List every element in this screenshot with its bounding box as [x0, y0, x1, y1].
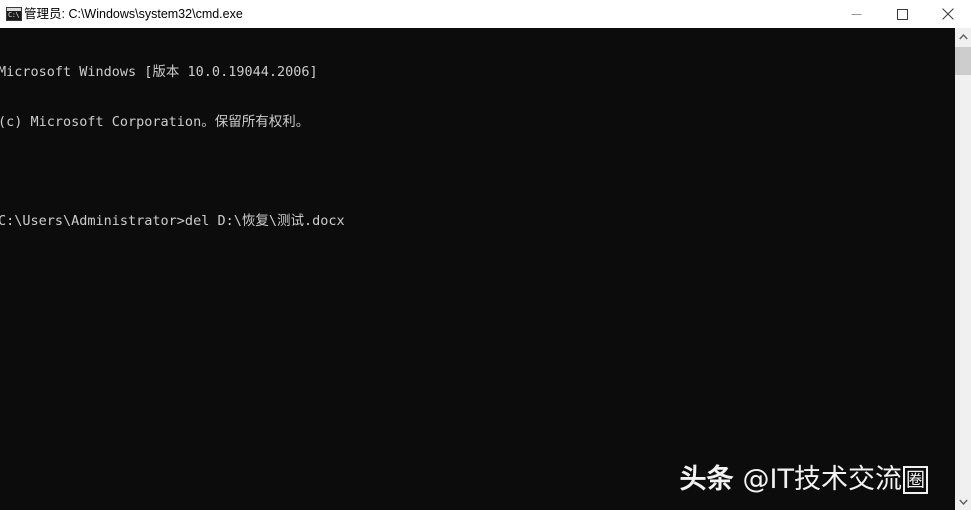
console-output-area[interactable]: Microsoft Windows [版本 10.0.19044.2006] (…	[0, 28, 955, 510]
close-button[interactable]	[925, 0, 971, 28]
cmd-window: C:\ 管理员: C:\Windows\system32\cmd.exe Mic…	[0, 0, 971, 510]
minimize-icon	[851, 13, 861, 15]
scroll-down-arrow-icon	[958, 499, 968, 505]
window-title: 管理员: C:\Windows\system32\cmd.exe	[24, 7, 243, 21]
console-text-block: Microsoft Windows [版本 10.0.19044.2006] (…	[0, 31, 955, 262]
window-controls	[833, 0, 971, 28]
scroll-down-button[interactable]	[955, 493, 971, 510]
watermark: 头条 @ IT技术交流 圈	[680, 464, 928, 496]
watermark-at-symbol: @	[742, 464, 770, 495]
watermark-brand: 头条	[679, 464, 734, 495]
minimize-button[interactable]	[833, 0, 879, 28]
scroll-up-button[interactable]	[955, 28, 971, 45]
icon-prompt-text: C:\	[8, 11, 20, 19]
vertical-scrollbar[interactable]	[955, 28, 971, 510]
cmd-console-icon: C:\	[6, 7, 22, 21]
watermark-boxed-char: 圈	[902, 466, 928, 494]
console-line: Microsoft Windows [版本 10.0.19044.2006]	[0, 64, 318, 80]
maximize-button[interactable]	[879, 0, 925, 28]
maximize-icon	[896, 8, 908, 20]
watermark-handle: IT技术交流	[769, 464, 902, 495]
scroll-thumb[interactable]	[955, 47, 971, 75]
title-bar[interactable]: C:\ 管理员: C:\Windows\system32\cmd.exe	[0, 0, 971, 28]
close-icon	[942, 8, 954, 20]
console-line: (c) Microsoft Corporation。保留所有权利。	[0, 113, 310, 130]
scroll-up-arrow-icon	[958, 33, 968, 39]
console-command-line: C:\Users\Administrator>del D:\恢复\测试.docx	[0, 212, 345, 229]
